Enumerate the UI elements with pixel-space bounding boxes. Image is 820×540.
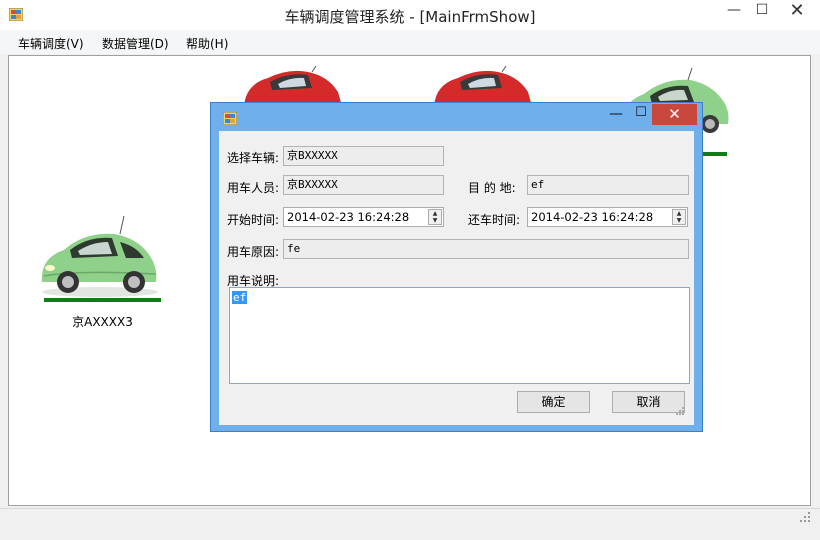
cancel-button[interactable]: 取消 <box>612 391 685 413</box>
menu-item-data[interactable]: 数据管理(D) <box>102 35 169 52</box>
dialog-close-button[interactable]: ✕ <box>652 104 697 125</box>
menu-item-dispatch[interactable]: 车辆调度(V) <box>18 35 84 52</box>
car-icon[interactable] <box>238 66 348 106</box>
resize-grip-icon[interactable] <box>800 512 810 522</box>
start-time-spinner[interactable]: ▲ ▼ <box>428 209 442 225</box>
menu-bar: 车辆调度(V) 数据管理(D) 帮助(H) <box>0 30 820 54</box>
minimize-button[interactable]: — <box>720 0 748 22</box>
menu-item-help[interactable]: 帮助(H) <box>186 35 228 52</box>
return-time-value: 2014-02-23 16:24:28 <box>531 210 654 224</box>
window-title: 车辆调度管理系统 - [MainFrmShow] <box>284 8 536 26</box>
start-time-picker[interactable]: 2014-02-23 16:24:28 ▲ ▼ <box>283 207 444 227</box>
close-button[interactable]: ✕ <box>776 0 818 22</box>
status-bar <box>0 508 820 532</box>
car-icon[interactable] <box>38 212 162 300</box>
dialog-app-icon <box>223 112 237 125</box>
vehicle-label: 选择车辆: <box>227 151 280 165</box>
ok-button[interactable]: 确定 <box>517 391 590 413</box>
dialog-minimize-button[interactable]: — <box>604 106 628 126</box>
user-field[interactable]: 京BXXXXX <box>283 175 444 195</box>
maximize-button[interactable]: ☐ <box>748 0 776 22</box>
destination-field[interactable]: ef <box>527 175 689 195</box>
destination-label: 目 的 地: <box>468 181 516 195</box>
user-label: 用车人员: <box>227 181 280 195</box>
dialog-maximize-button[interactable]: ☐ <box>629 105 653 125</box>
vehicle-dispatch-dialog: — ☐ ✕ 选择车辆: 京BXXXXX 用车人员: 京BXXXXX 目 的 地:… <box>210 102 703 432</box>
start-time-label: 开始时间: <box>227 213 280 227</box>
car-status-bar <box>44 298 161 302</box>
notes-selected-text: ef <box>232 291 248 304</box>
notes-textarea[interactable]: ef <box>229 287 690 384</box>
return-time-spinner[interactable]: ▲ ▼ <box>672 209 686 225</box>
spin-down-icon[interactable]: ▼ <box>673 217 685 224</box>
reason-field[interactable]: fe <box>283 239 689 259</box>
return-time-picker[interactable]: 2014-02-23 16:24:28 ▲ ▼ <box>527 207 688 227</box>
dialog-title-bar: — ☐ ✕ <box>211 103 702 131</box>
car-plate-label: 京AXXXX3 <box>72 315 133 329</box>
title-bar: 车辆调度管理系统 - [MainFrmShow] — ☐ ✕ <box>0 0 820 30</box>
vehicle-field[interactable]: 京BXXXXX <box>283 146 444 166</box>
return-time-label: 还车时间: <box>468 213 521 227</box>
reason-label: 用车原因: <box>227 245 280 259</box>
car-icon[interactable] <box>428 66 538 106</box>
spin-up-icon[interactable]: ▲ <box>673 210 685 217</box>
dialog-body: 选择车辆: 京BXXXXX 用车人员: 京BXXXXX 目 的 地: ef 开始… <box>219 131 694 425</box>
spin-down-icon[interactable]: ▼ <box>429 217 441 224</box>
start-time-value: 2014-02-23 16:24:28 <box>287 210 410 224</box>
dialog-resize-grip-icon[interactable] <box>676 407 684 415</box>
spin-up-icon[interactable]: ▲ <box>429 210 441 217</box>
